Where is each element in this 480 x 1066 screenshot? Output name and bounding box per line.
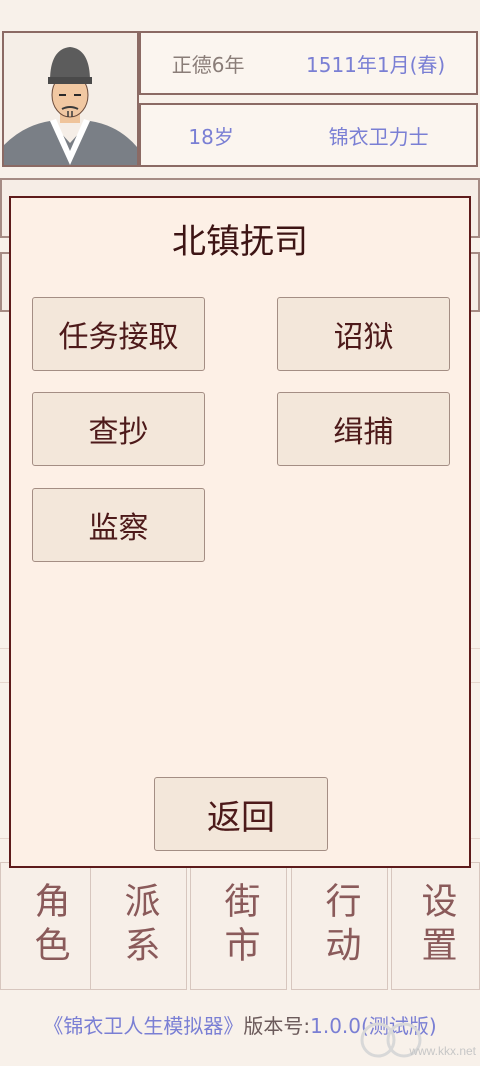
nav-action[interactable]: 行动 xyxy=(291,862,388,990)
back-button[interactable]: 返回 xyxy=(154,777,328,851)
nav-settings-label: 设置 xyxy=(415,882,457,970)
arrest-button[interactable]: 缉捕 xyxy=(277,392,450,466)
nav-market-label: 街市 xyxy=(218,882,260,970)
site-watermark: www.kkx.net xyxy=(356,1018,480,1064)
date-panel: 正德6年 1511年1月(春) xyxy=(139,31,478,95)
date-text: 1511年1月(春) xyxy=(306,52,446,77)
imperial-prison-button[interactable]: 诏狱 xyxy=(277,297,450,371)
dialog-title: 北镇抚司 xyxy=(172,222,308,262)
nav-settings[interactable]: 设置 xyxy=(391,862,480,990)
nav-action-label: 行动 xyxy=(319,882,361,970)
confiscate-button[interactable]: 查抄 xyxy=(32,392,205,466)
age-text: 18岁 xyxy=(188,124,234,149)
official-avatar-icon xyxy=(4,33,137,165)
accept-task-button[interactable]: 任务接取 xyxy=(32,297,205,371)
game-title: 《锦衣卫人生模拟器》 xyxy=(43,1014,244,1038)
rank-text: 锦衣卫力士 xyxy=(328,124,429,149)
nav-character-label: 角色 xyxy=(28,882,70,970)
character-portrait xyxy=(2,31,139,167)
nav-faction-label: 派系 xyxy=(118,882,160,970)
nav-faction[interactable]: 派系 xyxy=(90,862,187,990)
nav-character[interactable]: 角色 xyxy=(0,862,97,990)
supervise-button[interactable]: 监察 xyxy=(32,488,205,562)
watermark-site-text: www.kkx.net xyxy=(409,1044,476,1058)
version-label: 版本号: xyxy=(243,1014,311,1038)
nav-market[interactable]: 街市 xyxy=(190,862,287,990)
era-text: 正德6年 xyxy=(171,52,245,77)
bureau-dialog: 北镇抚司 任务接取 诏狱 查抄 缉捕 监察 返回 xyxy=(9,196,471,868)
status-panel: 18岁 锦衣卫力士 xyxy=(139,103,478,167)
